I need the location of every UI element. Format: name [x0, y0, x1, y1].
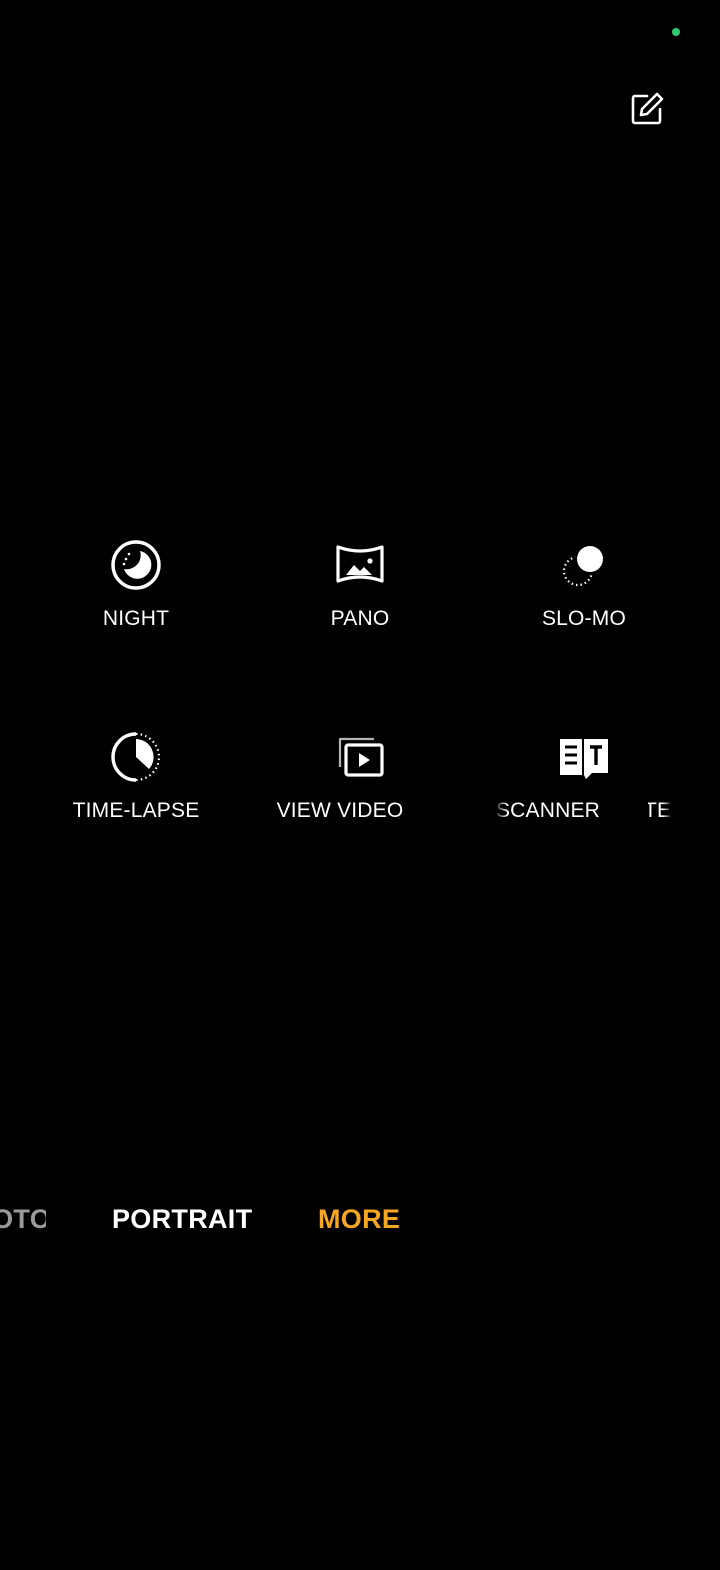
mode-portrait[interactable]: PORTRAIT [112, 1204, 252, 1235]
edit-icon [631, 92, 664, 125]
mode-scanner[interactable]: SCANNER [494, 729, 634, 849]
time-lapse-icon [108, 729, 164, 785]
mode-pano[interactable]: PANO [260, 537, 460, 657]
edit-button[interactable] [624, 86, 670, 132]
mode-scanner-clip: SCANNER [494, 729, 634, 849]
mode-label: SLO-MO [541, 607, 627, 630]
mode-label: NIGHT [102, 607, 170, 630]
mode-label: TEXT [648, 799, 672, 822]
mode-text[interactable]: TEXT [648, 729, 672, 849]
mode-label: VIEW VIDEO [276, 799, 404, 822]
mode-text-clip: TEXT [648, 729, 672, 849]
mode-photo-clip: PHOTO [0, 1196, 46, 1244]
camera-mode-bar: PHOTO PORTRAIT MORE [0, 1196, 720, 1244]
mode-more[interactable]: MORE [318, 1204, 400, 1235]
mode-label: TIME-LAPSE [72, 799, 200, 822]
mode-slo-mo[interactable]: SLO-MO [484, 537, 684, 657]
status-dot-icon [672, 28, 680, 36]
scanner-icon [556, 729, 612, 785]
mode-photo[interactable]: PHOTO [0, 1204, 46, 1235]
mode-time-lapse[interactable]: TIME-LAPSE [36, 729, 236, 849]
mode-label: SCANNER [495, 799, 601, 822]
mode-view-video[interactable]: VIEW VIDEO [240, 729, 440, 849]
mode-label: PANO [330, 607, 390, 630]
pano-icon [332, 537, 388, 593]
night-icon [108, 537, 164, 593]
slo-mo-icon [556, 537, 612, 593]
mode-night[interactable]: NIGHT [36, 537, 236, 657]
view-video-icon [332, 729, 388, 785]
